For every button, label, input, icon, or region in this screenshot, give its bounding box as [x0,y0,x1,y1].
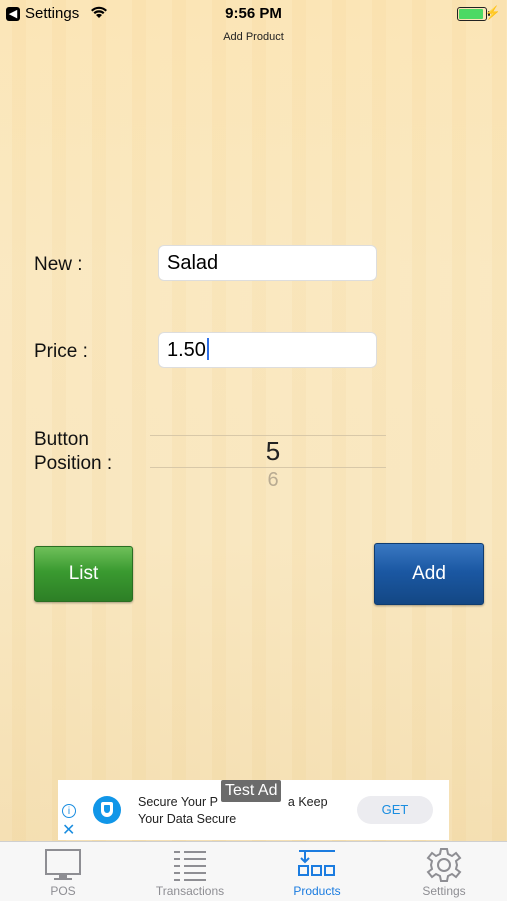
button-position-label-line1: Button [34,429,89,450]
product-name-value: Salad [167,252,219,274]
page-title: Add Product [223,31,284,43]
ad-line2: Your Data Secure [138,812,237,826]
charging-bolt-icon: ⚡ [484,5,501,20]
shield-logo-icon [93,796,121,824]
price-label: Price : [34,341,88,362]
tab-transactions-label: Transactions [155,884,225,898]
tab-settings-label: Settings [422,884,466,898]
button-position-label: Button Position : [34,428,112,476]
tab-bar: POS Transactions Products Settings [0,841,507,901]
gear-icon [426,848,462,882]
button-position-label-line2: Position : [34,453,113,474]
battery-icon [457,7,490,21]
ad-close-icon[interactable]: ✕ [62,820,75,840]
monitor-icon [45,849,81,880]
ad-line1: Secure Your P [138,795,218,809]
test-ad-badge: Test Ad [221,780,282,802]
tab-settings[interactable]: Settings [381,842,507,901]
battery-level [459,9,483,19]
tab-products-label: Products [293,884,341,898]
tab-pos[interactable]: POS [0,842,126,901]
tab-transactions[interactable]: Transactions [127,842,253,901]
picker-bottom-line [150,467,386,468]
ad-line1-end: a Keep [287,795,328,809]
picker-next-value[interactable]: 6 [150,469,396,492]
list-button[interactable]: List [34,546,133,602]
name-label: New : [34,254,83,275]
clock: 9:56 PM [225,5,282,22]
product-name-input[interactable]: Salad [158,245,377,281]
picker-selected-value[interactable]: 5 [150,436,396,467]
price-input[interactable]: 1.50 [158,332,377,368]
products-icon [298,850,335,876]
ad-info-icon[interactable]: i [62,804,76,818]
status-bar: ◀ Settings 9:56 PM ⚡ [0,0,507,28]
ad-get-button[interactable]: GET [357,796,433,824]
text-cursor [206,338,209,360]
add-button[interactable]: Add [374,543,484,605]
tab-products[interactable]: Products [254,842,380,901]
price-value: 1.50 [167,339,206,361]
tab-pos-label: POS [50,884,76,898]
list-icon [174,851,206,881]
